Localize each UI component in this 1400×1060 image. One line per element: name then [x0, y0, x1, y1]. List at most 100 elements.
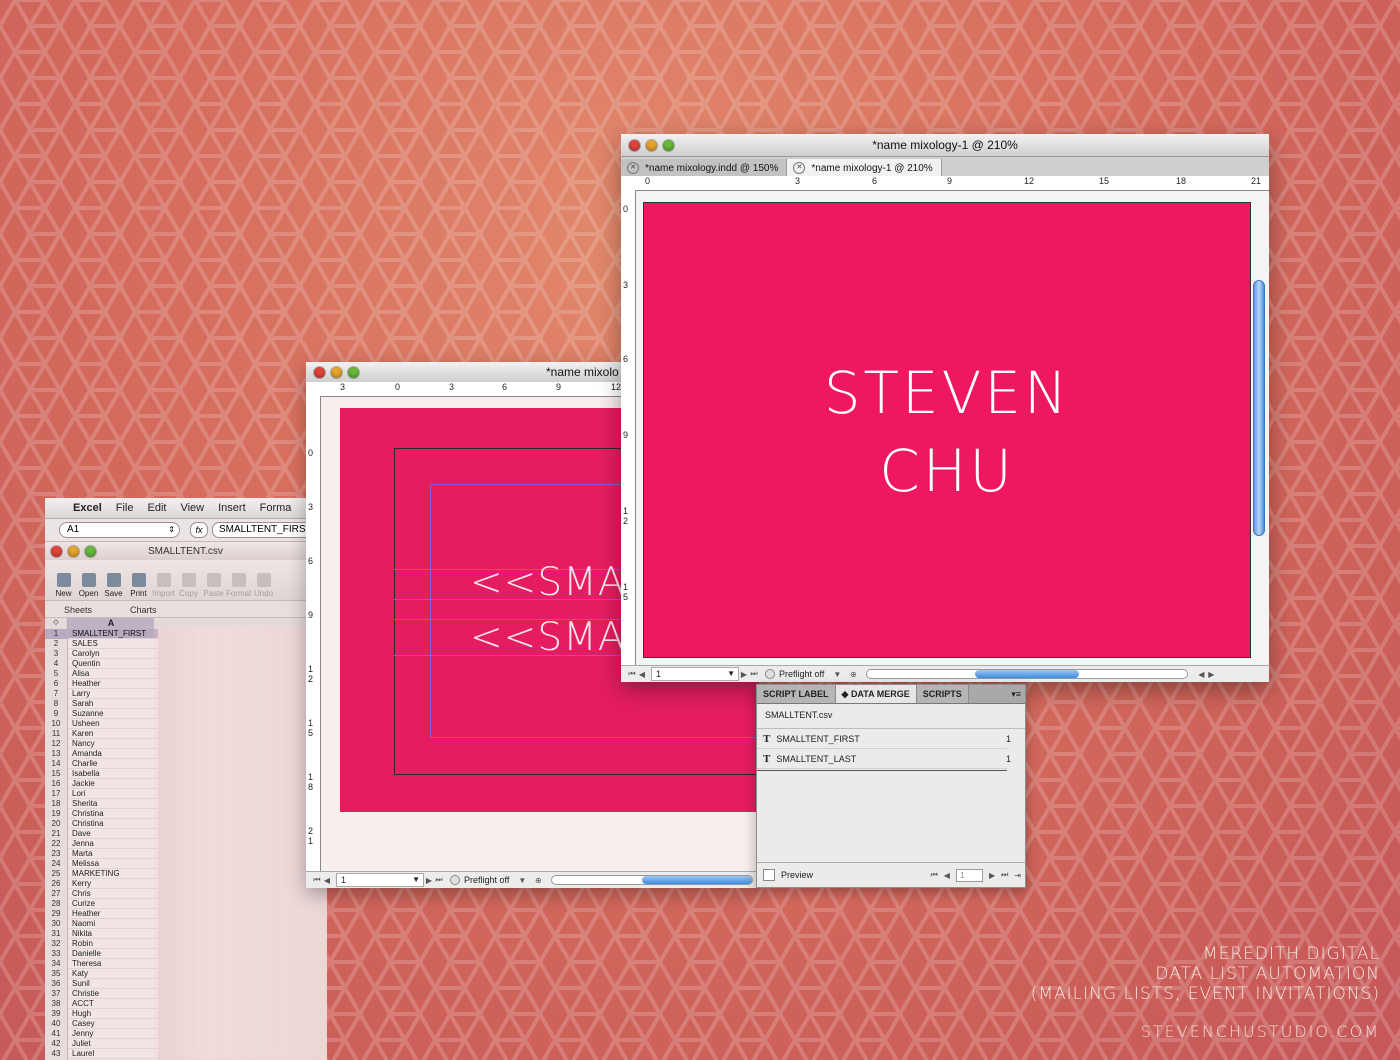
cell-a[interactable]: Lori [68, 789, 158, 799]
stepper-icon[interactable]: ⇕ [168, 523, 175, 537]
cell-a[interactable]: Sunil [68, 979, 158, 989]
cell-a[interactable]: Heather [68, 679, 158, 689]
row-number[interactable]: 10 [45, 719, 68, 729]
next-record-icon[interactable]: ▶ [989, 871, 995, 880]
row-number[interactable]: 26 [45, 879, 68, 889]
menu-format[interactable]: Forma [260, 502, 292, 514]
last-page-icon[interactable]: ⏭ [434, 875, 444, 885]
row-number[interactable]: 40 [45, 1019, 68, 1029]
first-record-icon[interactable]: ⏮ [931, 870, 938, 880]
cell-a[interactable]: Jackie [68, 779, 158, 789]
cell-a[interactable]: Christina [68, 809, 158, 819]
preflight-menu-icon[interactable]: ⊕ [848, 670, 858, 679]
row-number[interactable]: 22 [45, 839, 68, 849]
row-number[interactable]: 11 [45, 729, 68, 739]
cell-a[interactable]: Kerry [68, 879, 158, 889]
select-all-icon[interactable]: ◇ [45, 618, 68, 629]
create-merged-document-icon[interactable]: ⇥ [1014, 871, 1021, 880]
menu-view[interactable]: View [180, 502, 204, 514]
page-number-field[interactable]: 1 ▼ [336, 873, 424, 887]
cell-a[interactable]: Karen [68, 729, 158, 739]
minimize-icon[interactable] [68, 545, 79, 557]
row-number[interactable]: 13 [45, 749, 68, 759]
scroll-thumb[interactable] [975, 670, 1080, 678]
cell-a[interactable]: Jenny [68, 1029, 158, 1039]
name-box[interactable]: A1 ⇕ [59, 522, 180, 538]
row-number[interactable]: 43 [45, 1049, 68, 1059]
row-number[interactable]: 2 [45, 639, 68, 649]
cell-a[interactable]: Sherita [68, 799, 158, 809]
cell-a[interactable]: Danielle [68, 949, 158, 959]
prev-page-icon[interactable]: ◀ [322, 876, 332, 885]
row-number[interactable]: 15 [45, 769, 68, 779]
first-page-icon[interactable]: ⏮ [627, 669, 637, 679]
cell-a[interactable]: Suzanne [68, 709, 158, 719]
cell-a[interactable]: Christie [68, 989, 158, 999]
row-number[interactable]: 3 [45, 649, 68, 659]
paste-button[interactable]: Paste [201, 573, 226, 600]
cell-a[interactable]: Nikita [68, 929, 158, 939]
cell-a[interactable]: Nancy [68, 739, 158, 749]
row-number[interactable]: 29 [45, 909, 68, 919]
row-number[interactable]: 31 [45, 929, 68, 939]
row-number[interactable]: 32 [45, 939, 68, 949]
tab-data-merge[interactable]: ◆ DATA MERGE [835, 685, 917, 703]
row-number[interactable]: 6 [45, 679, 68, 689]
row-number[interactable]: 20 [45, 819, 68, 829]
row-number[interactable]: 35 [45, 969, 68, 979]
preflight-status[interactable]: Preflight off [450, 875, 509, 885]
front-page[interactable]: STEVEN CHU [643, 202, 1251, 658]
merged-first-name[interactable]: STEVEN [644, 359, 1250, 427]
cell-a[interactable]: Melissa [68, 859, 158, 869]
cell-a[interactable]: Alisa [68, 669, 158, 679]
field-row-last[interactable]: T SMALLTENT_LAST 1 [757, 749, 1011, 769]
next-page-icon[interactable]: ▶ [739, 670, 749, 679]
scroll-left-icon[interactable]: ◀ [1196, 670, 1206, 679]
tab-mixology-indd[interactable]: ✕ *name mixology.indd @ 150% [621, 159, 788, 177]
vertical-scrollbar[interactable] [1253, 280, 1265, 536]
row-number[interactable]: 33 [45, 949, 68, 959]
menu-insert[interactable]: Insert [218, 502, 246, 514]
horizontal-scrollbar[interactable] [866, 669, 1189, 679]
undo-button[interactable]: Undo [251, 573, 276, 600]
row-number[interactable]: 28 [45, 899, 68, 909]
cell-a[interactable]: Larry [68, 689, 158, 699]
row-number[interactable]: 12 [45, 739, 68, 749]
open-button[interactable]: Open [76, 573, 101, 600]
website-label[interactable]: STEVENCHUSTUDIO.COM [1141, 1022, 1380, 1041]
zoom-icon[interactable] [85, 545, 96, 557]
row-number[interactable]: 30 [45, 919, 68, 929]
cell-a[interactable]: Quentin [68, 659, 158, 669]
cell-a[interactable]: SMALLTENT_FIRST [68, 629, 158, 639]
menu-edit[interactable]: Edit [147, 502, 166, 514]
tab-sheets[interactable]: Sheets [45, 601, 111, 617]
cell-a[interactable]: Jenna [68, 839, 158, 849]
front-ruler-vertical[interactable]: 0 3 6 9 1 2 1 5 [621, 190, 636, 666]
cell-a[interactable]: Marta [68, 849, 158, 859]
row-number[interactable]: 9 [45, 709, 68, 719]
import-button[interactable]: Import [151, 573, 176, 600]
cell-a[interactable]: Charlie [68, 759, 158, 769]
print-button[interactable]: Print [126, 573, 151, 600]
chevron-down-icon[interactable]: ▼ [412, 874, 420, 886]
merged-last-name[interactable]: CHU [644, 437, 1250, 505]
row-number[interactable]: 27 [45, 889, 68, 899]
cell-a[interactable]: Heather [68, 909, 158, 919]
row-number[interactable]: 36 [45, 979, 68, 989]
first-page-icon[interactable]: ⏮ [312, 875, 322, 885]
format-button[interactable]: Format [226, 573, 251, 600]
cell-a[interactable]: MARKETING [68, 869, 158, 879]
row-number[interactable]: 4 [45, 659, 68, 669]
row-number[interactable]: 17 [45, 789, 68, 799]
fx-button[interactable]: fx [190, 522, 208, 538]
scroll-right-icon[interactable]: ▶ [1206, 670, 1216, 679]
cell-a[interactable]: Christina [68, 819, 158, 829]
menu-app-name[interactable]: Excel [73, 502, 102, 514]
record-number-field[interactable]: 1 [955, 868, 983, 882]
preflight-menu-icon[interactable]: ⊕ [533, 876, 543, 885]
cell-a[interactable]: Hugh [68, 1009, 158, 1019]
menu-file[interactable]: File [116, 502, 134, 514]
row-number[interactable]: 7 [45, 689, 68, 699]
prev-page-icon[interactable]: ◀ [637, 670, 647, 679]
row-number[interactable]: 21 [45, 829, 68, 839]
